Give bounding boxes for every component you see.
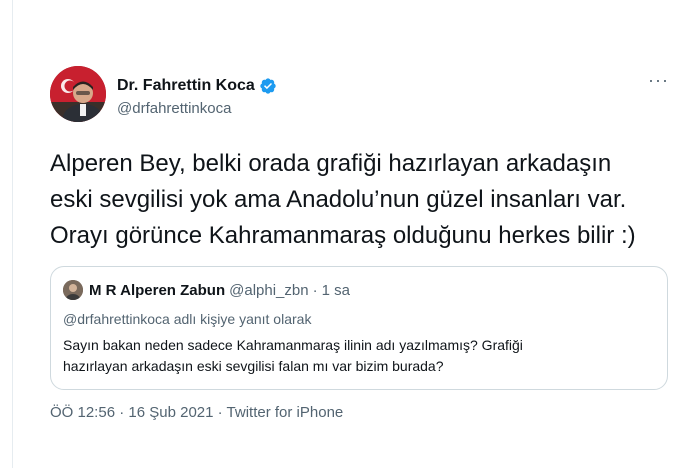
display-name-row: Dr. Fahrettin Koca — [117, 76, 277, 96]
timeline-border — [12, 0, 13, 468]
avatar[interactable] — [50, 66, 106, 122]
tweet-text: Alperen Bey, belki orada grafiği hazırla… — [50, 150, 636, 249]
reply-context[interactable]: @drfahrettinkoca adlı kişiye yanıt olara… — [63, 311, 655, 327]
quoted-tweet-text: Sayın bakan neden sadece Kahramanmaraş i… — [63, 337, 523, 374]
quoted-timestamp[interactable]: 1 sa — [322, 282, 350, 299]
quoted-tweet[interactable]: M R Alperen Zabun @alphi_zbn · 1 sa @drf… — [50, 266, 668, 390]
tweet-time[interactable]: ÖÖ 12:56 — [50, 404, 115, 421]
author-handle[interactable]: @drfahrettinkoca — [117, 100, 277, 117]
quoted-tweet-header: M R Alperen Zabun @alphi_zbn · 1 sa — [63, 279, 655, 301]
quoted-display-name[interactable]: M R Alperen Zabun — [89, 282, 225, 299]
tweet-header: Dr. Fahrettin Koca @drfahrettinkoca ··· — [50, 62, 675, 130]
more-options-icon[interactable]: ··· — [648, 71, 669, 89]
quoted-avatar[interactable] — [63, 280, 83, 300]
tweet-meta: ÖÖ 12:56 · 16 Şub 2021 · Twitter for iPh… — [50, 404, 675, 421]
tweet[interactable]: Dr. Fahrettin Koca @drfahrettinkoca ··· … — [50, 62, 675, 421]
tweet-date[interactable]: 16 Şub 2021 — [128, 404, 213, 421]
meta-separator: · — [213, 404, 227, 421]
tweet-source[interactable]: Twitter for iPhone — [227, 404, 344, 421]
author-info: Dr. Fahrettin Koca @drfahrettinkoca — [117, 76, 277, 117]
quoted-separator: · — [312, 281, 318, 299]
profile-photo-icon — [50, 66, 106, 122]
tweet-page: Dr. Fahrettin Koca @drfahrettinkoca ··· … — [0, 0, 681, 468]
display-name[interactable]: Dr. Fahrettin Koca — [117, 77, 255, 95]
verified-badge-icon — [260, 78, 276, 94]
quoted-profile-photo-icon — [63, 280, 83, 300]
meta-separator: · — [115, 404, 129, 421]
quoted-handle[interactable]: @alphi_zbn — [229, 282, 308, 299]
